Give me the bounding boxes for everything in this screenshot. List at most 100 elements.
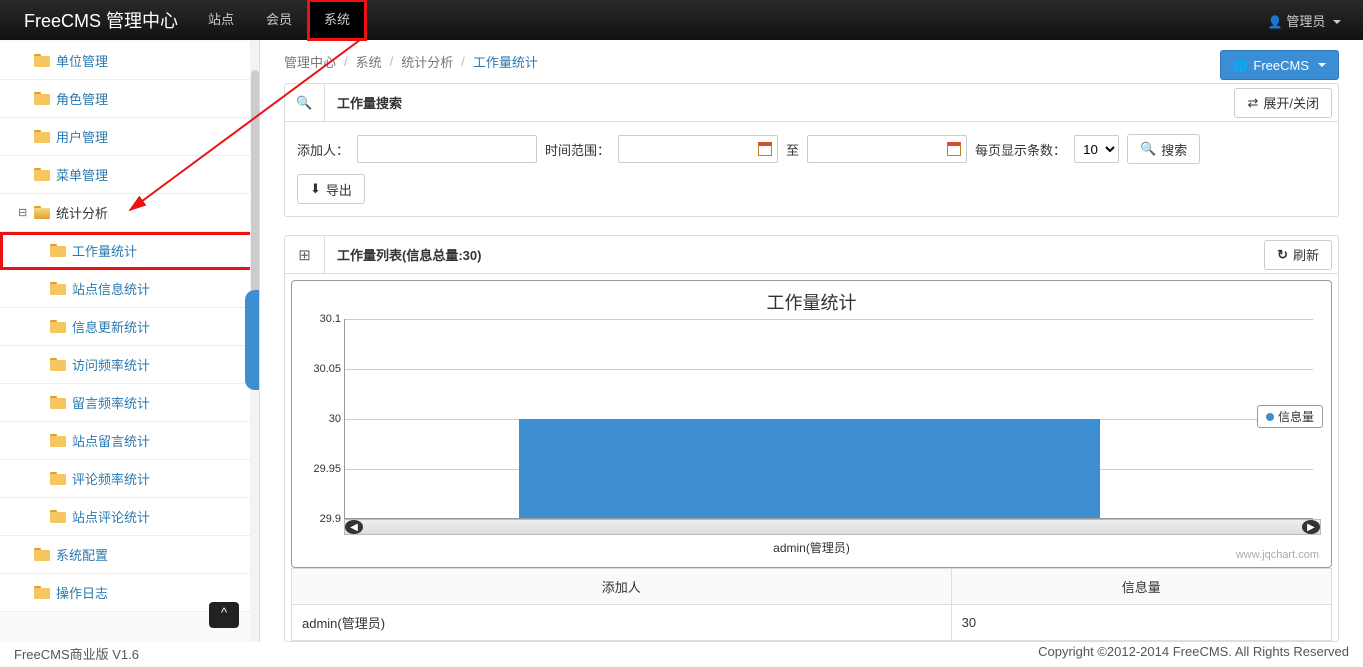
chart-x-label: admin(管理员) — [302, 539, 1321, 556]
sidebar-item-label: 统计分析 — [56, 203, 108, 222]
sidebar-item[interactable]: 系统配置 — [0, 536, 259, 574]
grid-icon — [298, 246, 311, 264]
refresh-icon — [1277, 247, 1288, 263]
folder-icon — [34, 206, 50, 219]
sidebar-subitem[interactable]: 评论频率统计 — [0, 460, 259, 498]
chart-gridline — [345, 319, 1313, 320]
expand-icon — [1247, 95, 1258, 111]
legend-dot-icon — [1266, 413, 1274, 421]
folder-icon — [50, 510, 66, 523]
expand-collapse-button[interactable]: 展开/关闭 — [1234, 88, 1332, 118]
search-button[interactable]: 搜索 — [1127, 134, 1200, 164]
table-cell-count: 30 — [951, 605, 1331, 641]
sidebar-item-label: 单位管理 — [56, 51, 108, 70]
chart: 工作量统计 29.9 29.95 30 30.05 30.1 ◀ ▶ admin(管理员… — [291, 280, 1332, 568]
sidebar-item[interactable]: ⊟ 统计分析 — [0, 194, 259, 232]
time-range-label: 时间范围： — [545, 140, 610, 159]
date-from-input[interactable] — [618, 135, 778, 163]
table-cell-adder: admin(管理员) — [292, 605, 952, 641]
sidebar-item[interactable]: 用户管理 — [0, 118, 259, 156]
chart-y-tick: 29.95 — [303, 463, 341, 475]
sidebar-item-label: 角色管理 — [56, 89, 108, 108]
sidebar-item[interactable]: 角色管理 — [0, 80, 259, 118]
footer-copyright: Copyright ©2012-2014 FreeCMS. All Rights… — [1038, 644, 1349, 663]
chart-scroll-right-button[interactable]: ▶ — [1302, 520, 1320, 534]
breadcrumb-part[interactable]: 统计分析 — [401, 52, 453, 71]
breadcrumb-root[interactable]: 管理中心 — [284, 52, 336, 71]
chevron-down-icon — [1318, 63, 1326, 67]
freecms-dropdown-button[interactable]: FreeCMS — [1220, 50, 1339, 80]
sidebar-item-label: 站点评论统计 — [72, 507, 150, 526]
data-table: 添加人 信息量 admin(管理员) 30 — [291, 568, 1332, 641]
folder-icon — [34, 168, 50, 181]
top-nav: FreeCMS 管理中心 站点 会员 系统 管理员 — [0, 0, 1363, 40]
footer-version: FreeCMS商业版 V1.6 — [14, 644, 139, 663]
sidebar-drag-handle[interactable] — [245, 290, 259, 390]
adder-input[interactable] — [357, 135, 537, 163]
nav-item-site[interactable]: 站点 — [192, 0, 250, 40]
chart-y-tick: 29.9 — [303, 513, 341, 525]
folder-icon — [34, 54, 50, 67]
nav-brand: FreeCMS 管理中心 — [10, 7, 192, 33]
folder-icon — [50, 472, 66, 485]
breadcrumb-part[interactable]: 系统 — [356, 52, 382, 71]
sidebar: 单位管理角色管理用户管理菜单管理 ⊟ 统计分析工作量统计站点信息统计信息更新统计访问… — [0, 40, 260, 642]
export-button[interactable]: 导出 — [297, 174, 365, 204]
sidebar-item-label: 系统配置 — [56, 545, 108, 564]
chart-y-tick: 30 — [303, 413, 341, 425]
chart-scroll-left-button[interactable]: ◀ — [345, 520, 363, 534]
refresh-button[interactable]: 刷新 — [1264, 240, 1332, 270]
list-panel: 工作量列表(信息总量:30) 刷新 工作量统计 29.929.953030.05… — [284, 235, 1339, 642]
folder-icon — [50, 396, 66, 409]
tree-toggle-icon[interactable]: ⊟ — [18, 206, 27, 219]
chart-title: 工作量统计 — [302, 289, 1321, 315]
sidebar-item[interactable]: 菜单管理 — [0, 156, 259, 194]
sidebar-subitem[interactable]: 信息更新统计 — [0, 308, 259, 346]
search-icon — [1140, 141, 1156, 157]
search-panel-title: 工作量搜索 — [325, 93, 1234, 112]
sidebar-subitem[interactable]: 留言频率统计 — [0, 384, 259, 422]
breadcrumb: 管理中心 / 系统 / 统计分析 / 工作量统计 — [284, 52, 1339, 71]
sidebar-item-label: 站点信息统计 — [72, 279, 150, 298]
sidebar-item-label: 操作日志 — [56, 583, 108, 602]
sidebar-subitem[interactable]: 访问频率统计 — [0, 346, 259, 384]
chart-y-tick: 30.1 — [303, 313, 341, 325]
breadcrumb-current[interactable]: 工作量统计 — [473, 52, 538, 71]
sidebar-item[interactable]: 单位管理 — [0, 42, 259, 80]
folder-icon — [50, 320, 66, 333]
adder-label: 添加人： — [297, 140, 349, 159]
sidebar-subitem[interactable]: 站点评论统计 — [0, 498, 259, 536]
scroll-top-button[interactable]: ^ — [209, 602, 239, 628]
table-header: 信息量 — [951, 569, 1331, 605]
nav-user-menu[interactable]: 管理员 — [1256, 11, 1353, 30]
sidebar-subitem[interactable]: 站点信息统计 — [0, 270, 259, 308]
chart-legend: 信息量 — [1257, 405, 1323, 428]
main-content: 管理中心 / 系统 / 统计分析 / 工作量统计 FreeCMS 工作量搜索 展… — [260, 40, 1363, 642]
chart-y-tick: 30.05 — [303, 363, 341, 375]
per-page-select[interactable]: 10 — [1074, 135, 1119, 163]
folder-icon — [34, 92, 50, 105]
chevron-down-icon — [1333, 20, 1341, 24]
nav-item-member[interactable]: 会员 — [250, 0, 308, 40]
sidebar-item-label: 工作量统计 — [72, 241, 137, 260]
folder-icon — [34, 130, 50, 143]
calendar-icon[interactable] — [758, 142, 772, 156]
sidebar-subitem[interactable]: 工作量统计 — [0, 232, 259, 270]
sidebar-item-label: 用户管理 — [56, 127, 108, 146]
table-row: admin(管理员) 30 — [292, 605, 1332, 641]
sidebar-item-label: 留言频率统计 — [72, 393, 150, 412]
search-icon — [296, 95, 312, 111]
sidebar-item-label: 菜单管理 — [56, 165, 108, 184]
folder-icon — [50, 244, 66, 257]
folder-icon — [50, 434, 66, 447]
table-header: 添加人 — [292, 569, 952, 605]
sidebar-subitem[interactable]: 站点留言统计 — [0, 422, 259, 460]
globe-icon — [1233, 58, 1248, 73]
footer: FreeCMS商业版 V1.6 Copyright ©2012-2014 Fre… — [14, 644, 1349, 663]
date-to-input[interactable] — [807, 135, 967, 163]
chart-scrollbar[interactable]: ◀ ▶ — [344, 519, 1321, 535]
nav-user-label: 管理员 — [1286, 14, 1325, 29]
nav-item-system[interactable]: 系统 — [308, 0, 366, 40]
chart-gridline — [345, 369, 1313, 370]
calendar-icon[interactable] — [947, 142, 961, 156]
